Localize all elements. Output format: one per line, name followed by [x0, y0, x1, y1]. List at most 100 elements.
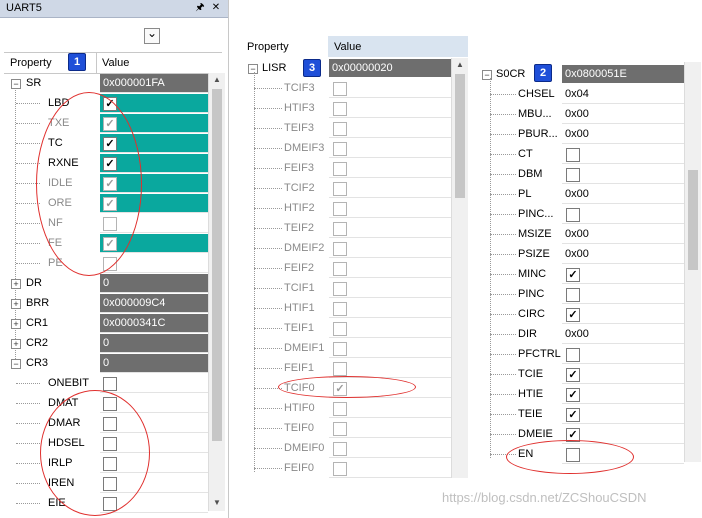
register-value[interactable]: 0x0800051E [562, 65, 684, 83]
property-row[interactable]: TEIF1 [242, 318, 451, 338]
property-row[interactable]: TEIF3 [242, 118, 451, 138]
value-column-header[interactable]: Value [102, 54, 129, 72]
register-row-lisr[interactable]: − LISR 0x00000020 [242, 58, 451, 78]
collapse-toggle-icon[interactable]: − [248, 64, 258, 74]
register-value[interactable]: 0 [100, 334, 208, 352]
register-row-s0cr[interactable]: − S0CR 0x0800051E [478, 64, 684, 84]
uart5-scrollbar[interactable]: ▲ ▼ [208, 73, 225, 511]
register-value[interactable]: 0x00000020 [329, 59, 451, 77]
expand-toggle-icon[interactable]: + [11, 339, 21, 349]
property-row[interactable]: PINC [478, 284, 684, 304]
property-row[interactable]: TEIE ✓ [478, 404, 684, 424]
field-checkbox[interactable] [566, 148, 580, 162]
close-icon[interactable]: ✕ [210, 2, 222, 14]
collapse-toggle-icon[interactable]: − [11, 359, 21, 369]
property-row[interactable]: MSIZE 0x00 [478, 224, 684, 244]
bit-checkbox[interactable] [333, 322, 347, 336]
property-row[interactable]: PSIZE 0x00 [478, 244, 684, 264]
property-row[interactable]: DMEIF0 [242, 438, 451, 458]
property-row[interactable]: HTIE ✓ [478, 384, 684, 404]
bit-checkbox[interactable] [333, 102, 347, 116]
field-checkbox[interactable]: ✓ [566, 308, 580, 322]
property-row[interactable]: DIR 0x00 [478, 324, 684, 344]
field-checkbox[interactable] [566, 168, 580, 182]
bit-checkbox[interactable] [103, 377, 117, 391]
property-row[interactable]: + DR 0 [4, 273, 208, 293]
expand-toggle-icon[interactable]: + [11, 319, 21, 329]
property-row[interactable]: CIRC ✓ [478, 304, 684, 324]
property-row[interactable]: FEIF3 [242, 158, 451, 178]
field-value[interactable]: 0x00 [562, 125, 589, 143]
scroll-down-arrow-icon[interactable]: ▼ [210, 496, 224, 510]
property-row[interactable]: TEIF0 [242, 418, 451, 438]
property-row[interactable]: PFCTRL [478, 344, 684, 364]
property-row[interactable]: DMEIF1 [242, 338, 451, 358]
lisr-scrollbar[interactable]: ▲ [451, 58, 468, 478]
property-row[interactable]: HTIF3 [242, 98, 451, 118]
property-row[interactable]: TCIF2 [242, 178, 451, 198]
field-checkbox[interactable]: ✓ [566, 388, 580, 402]
bit-checkbox[interactable] [333, 162, 347, 176]
bit-checkbox[interactable] [333, 142, 347, 156]
bit-checkbox[interactable] [333, 122, 347, 136]
property-column-header[interactable]: Property [247, 38, 289, 56]
bit-checkbox[interactable] [333, 422, 347, 436]
property-row[interactable]: + CR2 0 [4, 333, 208, 353]
property-column-header[interactable]: Property [10, 54, 52, 72]
s0cr-scrollbar[interactable] [684, 62, 701, 462]
field-value[interactable]: 0x00 [562, 185, 589, 203]
field-checkbox[interactable] [566, 208, 580, 222]
scroll-up-arrow-icon[interactable]: ▲ [210, 73, 224, 87]
property-row[interactable]: − CR3 0 [4, 353, 208, 373]
register-value[interactable]: 0 [100, 274, 208, 292]
property-row[interactable]: TCIE ✓ [478, 364, 684, 384]
property-row[interactable]: PL 0x00 [478, 184, 684, 204]
bit-checkbox[interactable] [333, 82, 347, 96]
field-checkbox[interactable] [566, 288, 580, 302]
property-row[interactable]: + CR1 0x0000341C [4, 313, 208, 333]
bit-checkbox[interactable] [333, 342, 347, 356]
register-value[interactable]: 0x000009C4 [100, 294, 208, 312]
property-row[interactable]: MBU... 0x00 [478, 104, 684, 124]
field-checkbox[interactable]: ✓ [566, 268, 580, 282]
property-row[interactable]: DMEIF3 [242, 138, 451, 158]
bit-checkbox[interactable] [333, 222, 347, 236]
field-value[interactable]: 0x00 [562, 225, 589, 243]
bit-checkbox[interactable] [333, 362, 347, 376]
field-checkbox[interactable] [566, 348, 580, 362]
property-row[interactable]: + BRR 0x000009C4 [4, 293, 208, 313]
property-row[interactable]: ONEBIT [4, 373, 208, 393]
bit-checkbox[interactable] [333, 282, 347, 296]
property-row[interactable]: FEIF2 [242, 258, 451, 278]
register-value[interactable]: 0 [100, 354, 208, 372]
scroll-thumb[interactable] [455, 74, 465, 198]
expand-toggle-icon[interactable]: + [11, 279, 21, 289]
property-row[interactable]: PINC... [478, 204, 684, 224]
scroll-up-arrow-icon[interactable]: ▲ [453, 58, 467, 72]
property-row[interactable]: TEIF2 [242, 218, 451, 238]
property-row[interactable]: FEIF1 [242, 358, 451, 378]
field-checkbox[interactable]: ✓ [566, 368, 580, 382]
scroll-thumb[interactable] [688, 170, 698, 270]
pin-icon[interactable]: 🖈 [194, 2, 206, 14]
peripheral-dropdown[interactable]: ⌄ [144, 26, 160, 44]
property-row[interactable]: HTIF0 [242, 398, 451, 418]
property-row[interactable]: CT [478, 144, 684, 164]
bit-checkbox[interactable] [333, 402, 347, 416]
scroll-thumb[interactable] [212, 89, 222, 441]
property-row[interactable]: HTIF1 [242, 298, 451, 318]
property-row[interactable]: HTIF2 [242, 198, 451, 218]
property-row[interactable]: TCIF3 [242, 78, 451, 98]
field-value[interactable]: 0x00 [562, 325, 589, 343]
bit-checkbox[interactable] [333, 242, 347, 256]
field-value[interactable]: 0x00 [562, 245, 589, 263]
bit-checkbox[interactable] [333, 442, 347, 456]
property-row[interactable]: PBUR... 0x00 [478, 124, 684, 144]
property-row[interactable]: FEIF0 [242, 458, 451, 478]
bit-checkbox[interactable] [333, 302, 347, 316]
bit-checkbox[interactable] [333, 182, 347, 196]
register-value[interactable]: 0x0000341C [100, 314, 208, 332]
register-value[interactable]: 0x000001FA [100, 74, 208, 92]
property-row[interactable]: DBM [478, 164, 684, 184]
property-row[interactable]: DMEIF2 [242, 238, 451, 258]
